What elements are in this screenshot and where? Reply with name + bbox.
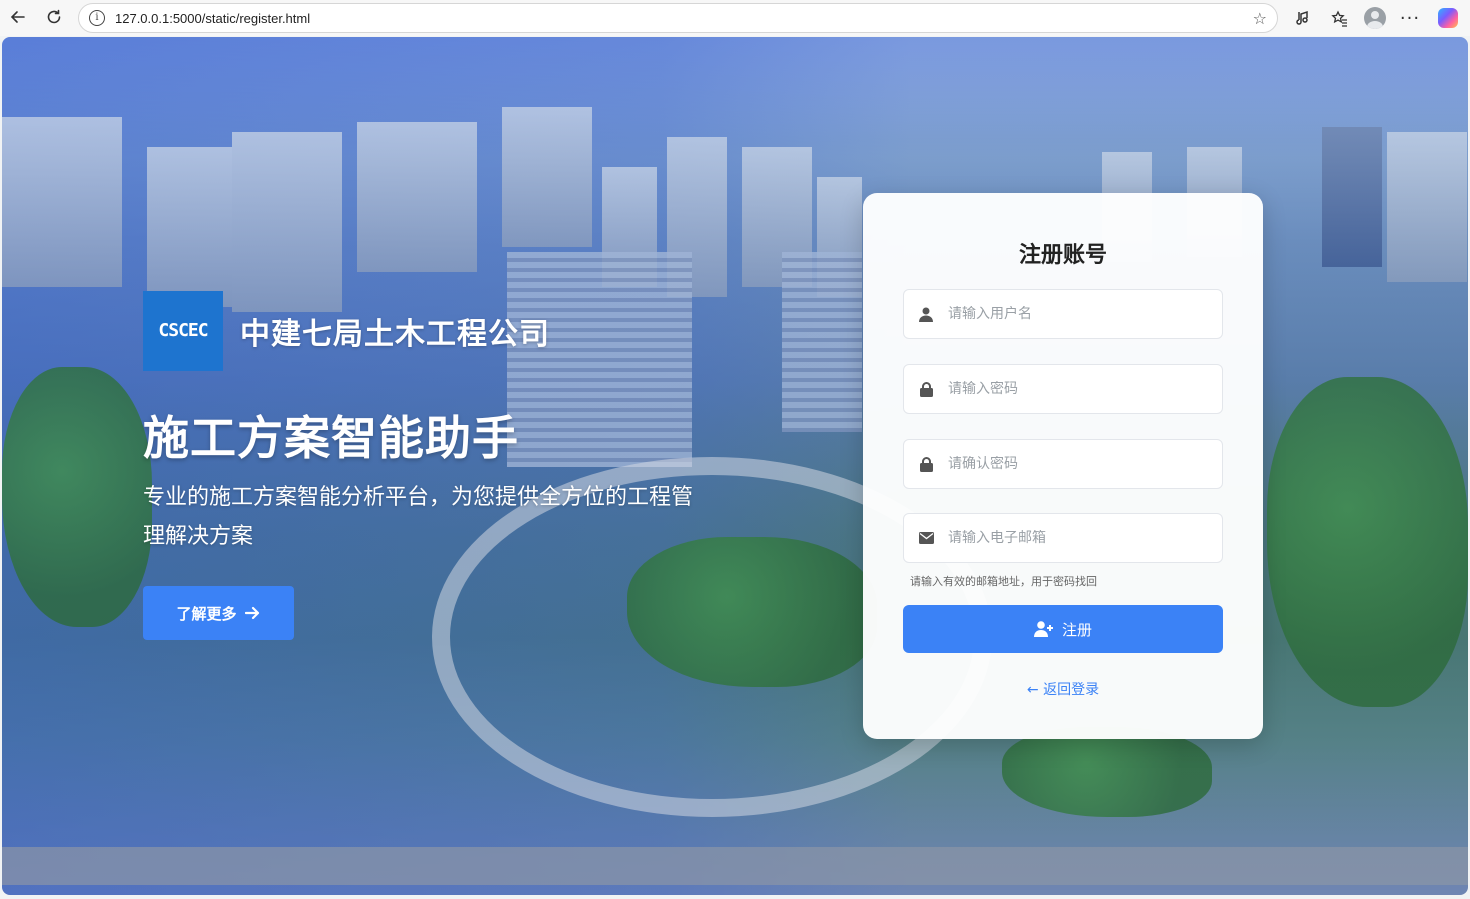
background-tower (782, 252, 862, 432)
password-field[interactable] (903, 364, 1223, 414)
logo-text: CSCEC (158, 320, 208, 341)
register-button-label: 注册 (1061, 620, 1092, 639)
background-trees (627, 537, 877, 687)
username-field[interactable] (903, 289, 1223, 339)
logo-mark: CSCEC (158, 320, 208, 341)
register-card: 注册账号 请输入有效的邮箱地址，用于密码找回 (863, 193, 1263, 739)
profile-avatar-icon[interactable] (1364, 7, 1386, 29)
page-background: CSCEC 中建七局土木工程公司 施工方案智能助手 专业的施工方案智能分析平台，… (2, 37, 1468, 895)
hero-subtitle: 专业的施工方案智能分析平台，为您提供全方位的工程管理解决方案 (143, 485, 694, 549)
favorite-star-icon[interactable]: ☆ (1253, 9, 1267, 28)
lock-icon (904, 456, 948, 472)
background-building (1322, 127, 1382, 267)
address-bar[interactable]: i 127.0.0.1:5000/static/register.html ☆ (78, 3, 1278, 33)
back-to-login-link[interactable]: ← 返回登录 (863, 679, 1263, 699)
background-tower (507, 252, 692, 467)
user-icon (904, 307, 948, 322)
company-logo: CSCEC (143, 291, 223, 371)
background-trees (1267, 377, 1468, 707)
more-menu-icon[interactable]: ··· (1399, 7, 1421, 29)
learn-more-label: 了解更多 (176, 604, 237, 623)
background-road (2, 847, 1468, 885)
back-to-login-label: 返回登录 (1043, 682, 1100, 698)
back-icon[interactable] (4, 3, 32, 31)
username-input[interactable] (948, 306, 1208, 322)
background-building (232, 132, 342, 312)
hero-title: 施工方案智能助手 (143, 411, 519, 465)
site-info-icon[interactable]: i (89, 10, 105, 26)
address-url: 127.0.0.1:5000/static/register.html (115, 10, 311, 26)
background-building (357, 122, 477, 272)
copilot-icon[interactable] (1437, 7, 1459, 29)
arrow-right-icon (244, 606, 259, 620)
confirm-password-input[interactable] (948, 456, 1208, 472)
background-building (2, 117, 122, 287)
email-field[interactable] (903, 513, 1223, 563)
password-input[interactable] (948, 381, 1208, 397)
background-trees (1002, 727, 1212, 817)
browser-toolbar: i 127.0.0.1:5000/static/register.html ☆ … (0, 0, 1470, 36)
email-input[interactable] (948, 530, 1208, 546)
background-trees (2, 367, 152, 627)
arrow-left-icon: ← (1026, 682, 1039, 698)
confirm-password-field[interactable] (903, 439, 1223, 489)
background-building (502, 107, 592, 247)
background-building (1387, 132, 1467, 282)
reload-icon[interactable] (40, 3, 68, 31)
user-plus-icon (1033, 621, 1053, 637)
register-button[interactable]: 注册 (903, 605, 1223, 653)
lock-icon (904, 381, 948, 397)
company-name: 中建七局土木工程公司 (240, 317, 550, 352)
read-aloud-icon[interactable] (1292, 7, 1314, 29)
favorites-icon[interactable] (1328, 7, 1350, 29)
background-building (147, 147, 232, 307)
envelope-icon (904, 532, 948, 544)
email-hint: 请输入有效的邮箱地址，用于密码找回 (910, 575, 1097, 588)
register-title: 注册账号 (1018, 243, 1107, 268)
learn-more-button[interactable]: 了解更多 (143, 586, 294, 640)
